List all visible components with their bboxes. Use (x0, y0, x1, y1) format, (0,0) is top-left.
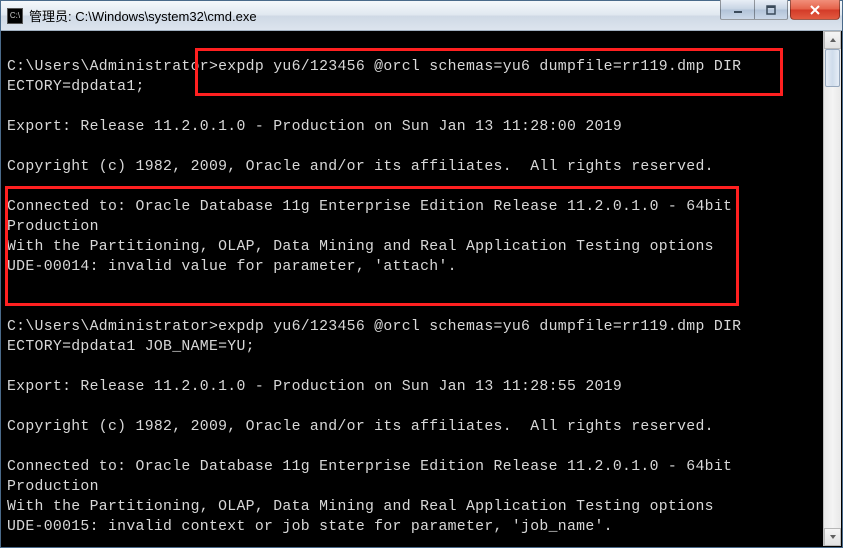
terminal-line (7, 297, 822, 317)
terminal-line: Export: Release 11.2.0.1.0 - Production … (7, 117, 822, 137)
window-controls (720, 0, 840, 20)
scrollbar-track[interactable] (824, 49, 841, 528)
terminal-line: Copyright (c) 1982, 2009, Oracle and/or … (7, 157, 822, 177)
terminal-line: Connected to: Oracle Database 11g Enterp… (7, 197, 822, 217)
terminal-line: C:\Users\Administrator>expdp yu6/123456 … (7, 57, 822, 77)
app-icon: C:\ (7, 8, 23, 24)
minimize-icon (733, 5, 743, 15)
scroll-down-button[interactable] (824, 528, 841, 546)
terminal-line: With the Partitioning, OLAP, Data Mining… (7, 497, 822, 517)
maximize-button[interactable] (754, 0, 788, 20)
terminal-line: Production (7, 217, 822, 237)
terminal-line: Production (7, 477, 822, 497)
minimize-button[interactable] (720, 0, 754, 20)
terminal-line: Export: Release 11.2.0.1.0 - Production … (7, 377, 822, 397)
terminal-line (7, 37, 822, 57)
terminal-line: ECTORY=dpdata1; (7, 77, 822, 97)
chevron-up-icon (829, 37, 837, 43)
terminal-line: C:\Users\Administrator>expdp yu6/123456 … (7, 317, 822, 337)
window-title: 管理员: C:\Windows\system32\cmd.exe (29, 6, 720, 25)
terminal-line (7, 177, 822, 197)
close-button[interactable] (790, 0, 840, 20)
terminal-line: UDE-00014: invalid value for parameter, … (7, 257, 822, 277)
titlebar[interactable]: C:\ 管理员: C:\Windows\system32\cmd.exe (1, 1, 842, 31)
terminal-line: ECTORY=dpdata1 JOB_NAME=YU; (7, 337, 822, 357)
app-icon-label: C:\ (10, 11, 20, 20)
terminal-line: Copyright (c) 1982, 2009, Oracle and/or … (7, 417, 822, 437)
terminal-line: With the Partitioning, OLAP, Data Mining… (7, 237, 822, 257)
terminal-line (7, 357, 822, 377)
scrollbar-thumb[interactable] (825, 49, 840, 87)
vertical-scrollbar[interactable] (823, 31, 841, 546)
terminal-line (7, 397, 822, 417)
terminal-line (7, 137, 822, 157)
cmd-window: C:\ 管理员: C:\Windows\system32\cmd.exe C:\… (0, 0, 843, 548)
terminal-output[interactable]: C:\Users\Administrator>expdp yu6/123456 … (5, 31, 822, 543)
terminal-line: Connected to: Oracle Database 11g Enterp… (7, 457, 822, 477)
terminal-line: UDE-00015: invalid context or job state … (7, 517, 822, 537)
terminal-line (7, 97, 822, 117)
terminal-line (7, 437, 822, 457)
chevron-down-icon (829, 534, 837, 540)
close-icon (809, 5, 821, 15)
scroll-up-button[interactable] (824, 31, 841, 49)
terminal-line (7, 277, 822, 297)
maximize-icon (766, 5, 776, 15)
